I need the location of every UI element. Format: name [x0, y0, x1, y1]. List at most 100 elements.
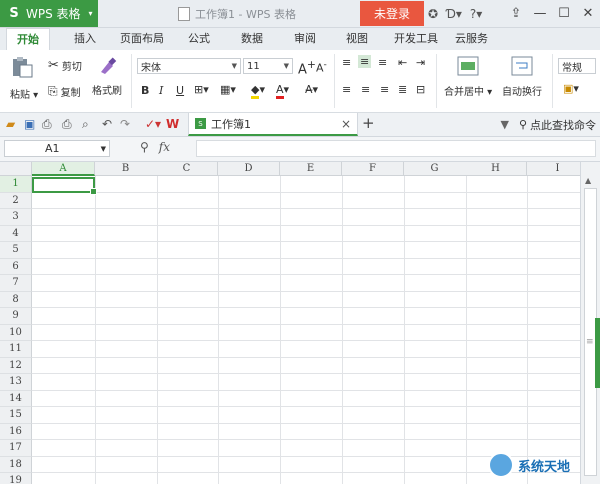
tab-home[interactable]: 开始	[6, 28, 50, 51]
minimize-icon[interactable]: —	[528, 6, 552, 21]
document-tab[interactable]: S 工作簿1 ×	[188, 113, 358, 136]
upload-icon[interactable]: ⇪	[504, 6, 528, 21]
underline-button[interactable]: U	[176, 84, 184, 97]
column-header[interactable]: H	[465, 162, 527, 176]
row-header[interactable]: 1	[0, 176, 32, 193]
command-search[interactable]: ▼ ⚲ 点此查找命令	[500, 113, 596, 136]
customize-icon[interactable]: ✓▾	[145, 117, 161, 131]
row-header[interactable]: 14	[0, 390, 32, 407]
font-name-select[interactable]: 宋体 ▼	[137, 58, 241, 74]
tab-cloud[interactable]: 云服务	[455, 28, 488, 50]
close-icon[interactable]: ✕	[576, 6, 600, 21]
indent-increase-icon[interactable]: ⇥	[416, 56, 425, 69]
italic-button[interactable]: I	[159, 84, 163, 97]
print-preview-icon[interactable]: ⌕	[82, 117, 89, 132]
maximize-icon[interactable]: ☐	[552, 6, 576, 21]
align-top-icon[interactable]: ≡	[342, 56, 351, 69]
cell-style-button[interactable]: ▦▾	[220, 83, 236, 96]
distribute-icon[interactable]: ⊟	[416, 83, 425, 96]
scroll-up-icon[interactable]: ▲	[585, 176, 591, 185]
new-tab-button[interactable]: +	[362, 114, 375, 132]
border-button[interactable]: ⊞▾	[194, 83, 209, 96]
row-header[interactable]: 19	[0, 473, 32, 484]
column-header[interactable]: I	[527, 162, 580, 176]
tab-insert[interactable]: 插入	[74, 28, 96, 50]
column-header[interactable]: A	[32, 162, 95, 176]
copy-button[interactable]: ⎘ 复制	[48, 84, 81, 99]
column-header[interactable]: G	[404, 162, 466, 176]
wrap-text-button[interactable]: 自动换行	[502, 56, 542, 98]
save-icon[interactable]: ▣	[24, 117, 35, 131]
align-bottom-icon[interactable]: ≡	[378, 56, 387, 69]
tab-page-layout[interactable]: 页面布局	[120, 28, 164, 50]
row-header[interactable]: 15	[0, 407, 32, 424]
tab-view[interactable]: 视图	[346, 28, 368, 50]
bold-button[interactable]: B	[141, 84, 149, 97]
select-all-corner[interactable]	[0, 162, 32, 176]
row-header[interactable]: 5	[0, 242, 32, 259]
row-header[interactable]: 8	[0, 291, 32, 308]
column-header[interactable]: F	[342, 162, 404, 176]
redo-icon[interactable]: ↷	[120, 117, 130, 131]
skin-icon[interactable]: ✪	[428, 7, 438, 21]
format-painter-button[interactable]: 格式刷	[92, 56, 122, 97]
close-tab-icon[interactable]: ×	[341, 117, 351, 131]
paste-button[interactable]: 粘贴 ▾	[10, 56, 38, 101]
row-header[interactable]: 9	[0, 308, 32, 325]
justify-icon[interactable]: ≣	[398, 83, 407, 96]
number-format-select[interactable]: 常规	[558, 58, 596, 74]
fill-handle[interactable]	[90, 188, 97, 195]
currency-format-button[interactable]: ▣▾	[563, 82, 579, 95]
row-header[interactable]: 7	[0, 275, 32, 292]
insert-function-button[interactable]: fx	[159, 140, 170, 154]
tab-data[interactable]: 数据	[241, 28, 263, 50]
undo-icon[interactable]: ↶	[102, 117, 112, 131]
row-header[interactable]: 12	[0, 357, 32, 374]
active-cell[interactable]	[32, 177, 97, 195]
align-middle-icon[interactable]: ≡	[358, 55, 372, 68]
open-folder-icon[interactable]: ▰	[6, 117, 15, 131]
indent-decrease-icon[interactable]: ⇤	[398, 56, 407, 69]
align-center-icon[interactable]: ≡	[361, 83, 370, 96]
row-header[interactable]: 13	[0, 374, 32, 391]
formula-input[interactable]	[196, 140, 596, 157]
font-color-button[interactable]: A▾	[276, 83, 289, 99]
column-header[interactable]: C	[156, 162, 218, 176]
spreadsheet-grid[interactable]: A B C D E F G H I 1 2 3 4 5 6 7 8 9 10 11 12 13 14 15 16 17 18 19	[0, 162, 580, 484]
row-header[interactable]: 3	[0, 209, 32, 226]
side-panel-handle[interactable]	[595, 318, 600, 388]
row-header[interactable]: 18	[0, 456, 32, 473]
merge-center-button[interactable]: 合并居中 ▾	[444, 56, 492, 98]
align-right-icon[interactable]: ≡	[380, 83, 389, 96]
font-size-select[interactable]: 11 ▼	[243, 58, 293, 74]
row-header[interactable]: 2	[0, 192, 32, 209]
name-box[interactable]: A1 ▼	[4, 140, 110, 157]
shrink-font-button[interactable]: A-	[316, 59, 327, 75]
row-header[interactable]: 16	[0, 423, 32, 440]
column-header[interactable]: D	[218, 162, 280, 176]
share-icon[interactable]: Ɗ▾	[446, 7, 462, 21]
wps-w-icon[interactable]: W	[166, 117, 179, 131]
column-header[interactable]: E	[280, 162, 342, 176]
tab-developer[interactable]: 开发工具	[394, 28, 438, 50]
tab-formula[interactable]: 公式	[188, 28, 210, 50]
zoom-search-icon[interactable]: ⚲	[140, 140, 149, 154]
cut-button[interactable]: ✂ 剪切	[48, 58, 82, 73]
login-button[interactable]: 未登录	[360, 1, 424, 26]
row-header[interactable]: 4	[0, 225, 32, 242]
row-header[interactable]: 11	[0, 341, 32, 358]
tab-review[interactable]: 审阅	[294, 28, 316, 50]
row-header[interactable]: 10	[0, 324, 32, 341]
clear-format-button[interactable]: A̶▾	[305, 83, 318, 96]
print-icon[interactable]: ⎙	[62, 117, 72, 132]
column-header[interactable]: B	[95, 162, 157, 176]
app-menu-button[interactable]: S WPS 表格 ▾	[0, 0, 98, 27]
row-header[interactable]: 17	[0, 440, 32, 457]
view-mode-icon[interactable]: ▼	[500, 118, 508, 131]
row-header[interactable]: 6	[0, 258, 32, 275]
save-as-icon[interactable]: ⎙	[42, 117, 52, 132]
fill-color-button[interactable]: ◆▾	[251, 83, 265, 99]
grow-font-button[interactable]: A+	[298, 58, 316, 77]
align-left-icon[interactable]: ≡	[342, 83, 351, 96]
help-icon[interactable]: ?▾	[470, 7, 482, 21]
